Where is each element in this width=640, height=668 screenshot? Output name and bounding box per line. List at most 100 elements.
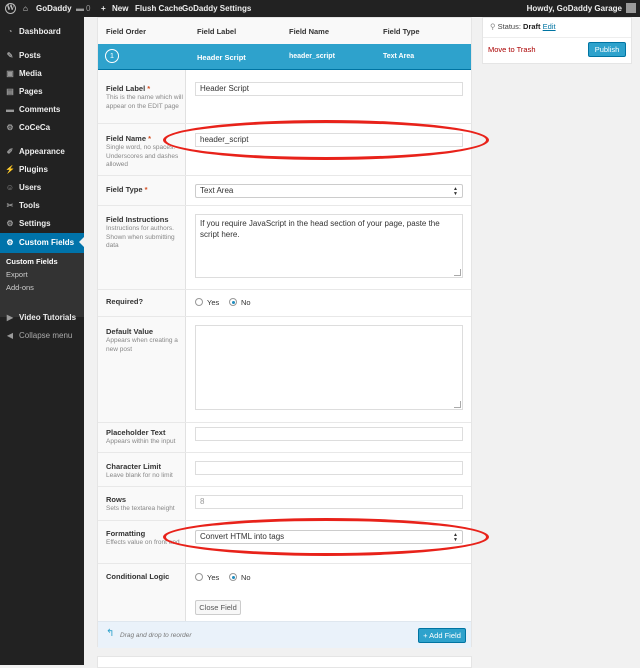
wordpress-logo-icon[interactable]: W bbox=[5, 3, 16, 14]
field-order-badge: 1 bbox=[105, 49, 119, 63]
sidebar-item-tools[interactable]: ✂ Tools bbox=[0, 197, 84, 215]
fields-footer: ↰ Drag and drop to reorder + Add Field bbox=[98, 621, 471, 648]
comments-count[interactable]: 0 bbox=[86, 0, 90, 17]
field-name-title: Field Name * bbox=[106, 134, 152, 143]
field-label-help: This is the name which will appear on th… bbox=[106, 94, 183, 110]
conditional-no-label[interactable]: No bbox=[241, 573, 251, 582]
header-field-order: Field Order bbox=[106, 27, 147, 36]
site-name-link[interactable]: GoDaddy bbox=[36, 0, 72, 17]
plugins-icon: ⚡ bbox=[5, 165, 15, 174]
header-field-name: Field Name bbox=[289, 27, 330, 36]
pin-icon: ✎ bbox=[6, 51, 14, 60]
submenu-custom-fields[interactable]: Custom Fields bbox=[6, 256, 58, 268]
conditional-yes-label[interactable]: Yes bbox=[207, 573, 219, 582]
char-limit-input[interactable] bbox=[195, 461, 463, 475]
publish-box: ⚲ Status: Draft Edit Move to Trash Publi… bbox=[482, 17, 632, 64]
sidebar-item-appearance[interactable]: ✐ Appearance bbox=[0, 143, 84, 161]
rows-title: Rows bbox=[106, 495, 127, 504]
submenu-add-ons[interactable]: Add-ons bbox=[6, 282, 34, 294]
required-no-label[interactable]: No bbox=[241, 298, 251, 307]
flush-cache-link[interactable]: Flush Cache bbox=[135, 0, 183, 17]
conditional-logic-title: Conditional Logic bbox=[106, 572, 170, 581]
char-limit-title: Character Limit bbox=[106, 462, 162, 471]
field-row-name: header_script bbox=[289, 53, 335, 60]
resize-handle-icon[interactable] bbox=[454, 401, 461, 408]
users-icon: ☺ bbox=[5, 183, 15, 192]
avatar[interactable] bbox=[626, 3, 636, 13]
field-row-label[interactable]: Header Script bbox=[197, 53, 246, 62]
new-plus-icon: + bbox=[101, 4, 106, 13]
required-no-radio[interactable] bbox=[229, 298, 237, 306]
custom-fields-submenu: Custom Fields Export Add-ons bbox=[0, 253, 84, 317]
default-value-help: Appears when creating a new post bbox=[106, 337, 178, 353]
tools-icon: ✂ bbox=[6, 201, 14, 210]
resize-handle-icon[interactable] bbox=[454, 269, 461, 276]
conditional-yes-radio[interactable] bbox=[195, 573, 203, 581]
annotation-ellipse bbox=[163, 120, 489, 160]
instructions-help: Instructions for authors. Shown when sub… bbox=[106, 225, 175, 249]
pin-icon: ⚲ bbox=[490, 22, 496, 31]
char-limit-help: Leave blank for no limit bbox=[106, 472, 173, 479]
publish-status: ⚲ Status: Draft Edit bbox=[490, 22, 556, 31]
placeholder-title: Placeholder Text bbox=[106, 428, 166, 437]
sidebar-item-users[interactable]: ☺ Users bbox=[0, 179, 84, 197]
plugin-icon: ⚙ bbox=[6, 123, 14, 132]
settings-icon: ⚙ bbox=[6, 219, 14, 228]
select-arrows-icon: ▲ ▼ bbox=[453, 186, 458, 197]
header-field-label: Field Label bbox=[197, 27, 237, 36]
field-row-header[interactable]: 1 Header Script header_script Text Area bbox=[98, 44, 471, 70]
instructions-textarea[interactable]: If you require JavaScript in the head se… bbox=[195, 214, 463, 278]
required-title: Required? bbox=[106, 297, 144, 306]
rows-help: Sets the textarea height bbox=[106, 505, 175, 512]
drag-instructions: Drag and drop to reorder bbox=[120, 632, 192, 639]
sidebar-item-posts[interactable]: ✎ Posts bbox=[0, 47, 84, 65]
pages-icon: ▤ bbox=[6, 87, 14, 96]
required-yes-radio[interactable] bbox=[195, 298, 203, 306]
fields-table-header: Field Order Field Label Field Name Field… bbox=[98, 18, 471, 45]
field-type-title: Field Type * bbox=[106, 185, 148, 194]
sidebar-item-plugins[interactable]: ⚡ Plugins bbox=[0, 161, 84, 179]
comments-icon[interactable]: ▬ bbox=[76, 0, 84, 17]
admin-bar: W ⌂ GoDaddy ▬ 0 + New Flush Cache GoDadd… bbox=[0, 0, 640, 17]
default-value-textarea[interactable] bbox=[195, 325, 463, 410]
formatting-title: Formatting bbox=[106, 529, 146, 538]
conditional-no-radio[interactable] bbox=[229, 573, 237, 581]
default-value-title: Default Value bbox=[106, 327, 154, 336]
new-content-link[interactable]: New bbox=[112, 0, 128, 17]
submenu-export[interactable]: Export bbox=[6, 269, 28, 281]
video-icon: ▶ bbox=[6, 313, 14, 322]
move-to-trash-link[interactable]: Move to Trash bbox=[488, 45, 536, 54]
collapse-menu-button[interactable]: ◀ Collapse menu bbox=[0, 327, 84, 345]
rows-input[interactable]: 8 bbox=[195, 495, 463, 509]
field-type-select[interactable]: Text Area ▲ ▼ bbox=[195, 184, 463, 198]
comments-icon: ▬ bbox=[6, 105, 14, 114]
sidebar-item-video-tutorials[interactable]: ▶ Video Tutorials bbox=[0, 309, 84, 327]
sidebar-item-dashboard[interactable]: ◔ Dashboard bbox=[0, 23, 84, 41]
sidebar-item-coceca[interactable]: ⚙ CoCeCa bbox=[0, 119, 84, 137]
field-label-input[interactable]: Header Script bbox=[195, 82, 463, 96]
appearance-icon: ✐ bbox=[6, 147, 14, 156]
placeholder-help: Appears within the input bbox=[106, 438, 176, 445]
field-label-title: Field Label * bbox=[106, 84, 151, 93]
sidebar-item-custom-fields[interactable]: ⚙ Custom Fields bbox=[0, 233, 84, 253]
sidebar-item-settings[interactable]: ⚙ Settings bbox=[0, 215, 84, 233]
godaddy-settings-link[interactable]: GoDaddy Settings bbox=[182, 0, 251, 17]
admin-sidebar: ◔ Dashboard ✎ Posts ▣ Media ▤ Pages ▬ Comment… bbox=[0, 17, 84, 665]
howdy-account-link[interactable]: Howdy, GoDaddy Garage bbox=[527, 0, 622, 17]
dashboard-icon: ◔ bbox=[7, 27, 13, 36]
required-yes-label[interactable]: Yes bbox=[207, 298, 219, 307]
placeholder-input[interactable] bbox=[195, 427, 463, 441]
home-icon: ⌂ bbox=[23, 4, 28, 13]
publish-button[interactable]: Publish bbox=[588, 42, 626, 57]
instructions-title: Field Instructions bbox=[106, 215, 169, 224]
location-box bbox=[97, 656, 472, 668]
sidebar-item-pages[interactable]: ▤ Pages bbox=[0, 83, 84, 101]
media-icon: ▣ bbox=[6, 69, 14, 78]
field-name-help: Single word, no spaces. Underscores and … bbox=[106, 144, 179, 168]
sidebar-item-media[interactable]: ▣ Media bbox=[0, 65, 84, 83]
collapse-icon: ◀ bbox=[6, 331, 14, 340]
close-field-button[interactable]: Close Field bbox=[195, 600, 241, 615]
sidebar-item-comments[interactable]: ▬ Comments bbox=[0, 101, 84, 119]
edit-status-link[interactable]: Edit bbox=[543, 22, 556, 31]
add-field-button[interactable]: + Add Field bbox=[418, 628, 466, 643]
